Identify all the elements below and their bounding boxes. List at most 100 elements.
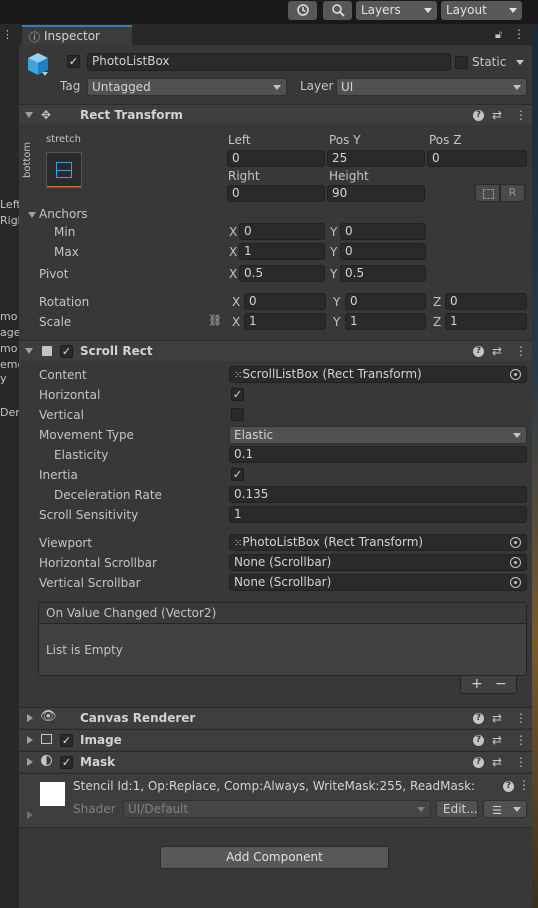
scale-y-field[interactable]: 1 bbox=[345, 313, 426, 330]
movement-type-dropdown[interactable]: Elastic bbox=[229, 426, 527, 444]
help-icon[interactable]: ? bbox=[473, 346, 484, 357]
object-picker-icon[interactable] bbox=[510, 577, 521, 588]
pivot-y-field[interactable]: 0.5 bbox=[340, 265, 426, 282]
more-options-icon[interactable]: ⋮ bbox=[518, 779, 530, 791]
tab-inspector[interactable]: ⓘ Inspector bbox=[22, 25, 132, 45]
scale-z-field[interactable]: 1 bbox=[445, 313, 527, 330]
shader-options-button[interactable]: ☰ bbox=[483, 800, 527, 818]
blueprint-icon bbox=[483, 189, 494, 199]
rotation-x-field[interactable]: 0 bbox=[244, 293, 326, 310]
horizontal-scrollbar-field[interactable]: None (Scrollbar) bbox=[229, 554, 527, 571]
scroll-rect-enabled-checkbox[interactable]: ✓ bbox=[60, 345, 73, 358]
rect-transform-header[interactable]: ✥ Rect Transform ? ⇄ ⋮ bbox=[19, 104, 532, 125]
rotation-z-field[interactable]: 0 bbox=[445, 293, 527, 310]
more-options-icon[interactable]: ⋮ bbox=[515, 109, 527, 121]
fold-right-icon[interactable] bbox=[27, 714, 33, 722]
pivot-x-field[interactable]: 0.5 bbox=[239, 265, 325, 282]
more-options-icon[interactable]: ⋮ bbox=[515, 712, 527, 724]
layer-dropdown[interactable]: UI bbox=[336, 78, 527, 96]
layers-label: Layers bbox=[361, 3, 401, 17]
anchors-fold-icon[interactable] bbox=[28, 212, 36, 218]
layers-dropdown[interactable]: Layers bbox=[356, 1, 437, 20]
fold-down-icon[interactable] bbox=[25, 348, 33, 354]
fold-down-icon[interactable] bbox=[25, 112, 33, 118]
help-icon[interactable]: ? bbox=[473, 713, 484, 724]
tag-dropdown[interactable]: Untagged bbox=[87, 78, 287, 96]
left-panel-menu-icon[interactable]: ⋮ bbox=[2, 28, 13, 41]
raw-edit-button[interactable]: R bbox=[500, 184, 525, 202]
shader-dropdown[interactable]: UI/Default bbox=[123, 800, 431, 818]
fold-right-icon[interactable] bbox=[27, 811, 33, 819]
active-checkbox[interactable]: ✓ bbox=[67, 55, 80, 68]
deceleration-rate-label: Deceleration Rate bbox=[54, 488, 162, 502]
presets-icon[interactable]: ⇄ bbox=[492, 345, 502, 357]
fold-right-icon[interactable] bbox=[27, 736, 33, 744]
elasticity-field[interactable]: 0.1 bbox=[229, 446, 527, 463]
movement-type-value: Elastic bbox=[234, 428, 274, 442]
inertia-checkbox[interactable]: ✓ bbox=[231, 468, 244, 481]
scale-x-field[interactable]: 1 bbox=[244, 313, 326, 330]
scale-y-axis: Y bbox=[333, 315, 341, 329]
scroll-rect-header[interactable]: ✓ Scroll Rect ? ⇄ ⋮ bbox=[19, 340, 532, 361]
add-component-button[interactable]: Add Component bbox=[160, 846, 389, 869]
presets-icon[interactable]: ⇄ bbox=[492, 756, 502, 768]
deceleration-rate-field[interactable]: 0.135 bbox=[229, 486, 527, 503]
help-icon[interactable]: ? bbox=[473, 110, 484, 121]
anchor-preset-button[interactable] bbox=[46, 152, 82, 188]
material-preview[interactable] bbox=[40, 782, 65, 806]
more-options-icon[interactable]: ⋮ bbox=[515, 345, 527, 357]
min-x-field[interactable]: 0 bbox=[239, 223, 325, 240]
image-header[interactable]: ✓ Image ? ⇄ ⋮ bbox=[19, 729, 532, 750]
object-picker-icon[interactable] bbox=[510, 537, 521, 548]
layout-dropdown[interactable]: Layout bbox=[441, 1, 522, 20]
search-button[interactable] bbox=[323, 1, 352, 20]
max-y-field[interactable]: 0 bbox=[340, 243, 426, 260]
elasticity-label: Elasticity bbox=[54, 448, 109, 462]
pivot-label: Pivot bbox=[39, 267, 69, 281]
help-icon[interactable]: ? bbox=[503, 781, 514, 792]
cube-dropdown-icon[interactable] bbox=[42, 72, 48, 76]
left-panel-text: age bbox=[0, 326, 21, 339]
object-picker-icon[interactable] bbox=[510, 557, 521, 568]
right-field[interactable]: 0 bbox=[227, 185, 325, 202]
posz-field[interactable]: 0 bbox=[427, 150, 527, 167]
object-name-field[interactable]: PhotoListBox bbox=[87, 53, 451, 71]
more-options-icon[interactable]: ⋮ bbox=[515, 756, 527, 768]
canvas-renderer-header[interactable]: 👁︎ Canvas Renderer ? ⇄ ⋮ bbox=[19, 707, 532, 728]
object-picker-icon[interactable] bbox=[510, 369, 521, 380]
scroll-sensitivity-field[interactable]: 1 bbox=[229, 506, 527, 523]
lock-icon[interactable]: 🔓︎ bbox=[495, 29, 502, 41]
remove-event-button[interactable]: − bbox=[495, 676, 507, 692]
presets-icon[interactable]: ⇄ bbox=[492, 712, 502, 724]
max-x-field[interactable]: 1 bbox=[239, 243, 325, 260]
add-event-button[interactable]: + bbox=[471, 676, 483, 692]
presets-icon[interactable]: ⇄ bbox=[492, 734, 502, 746]
rot-z-axis: Z bbox=[433, 295, 442, 309]
help-icon[interactable]: ? bbox=[473, 757, 484, 768]
vertical-scrollbar-field[interactable]: None (Scrollbar) bbox=[229, 574, 527, 591]
history-button[interactable] bbox=[288, 1, 317, 20]
more-options-icon[interactable]: ⋮ bbox=[513, 28, 525, 40]
content-field[interactable]: ⁙ScrollListBox (Rect Transform) bbox=[229, 366, 527, 383]
static-dropdown-icon[interactable] bbox=[516, 60, 524, 65]
blueprint-mode-button[interactable] bbox=[475, 184, 500, 202]
help-icon[interactable]: ? bbox=[473, 735, 484, 746]
more-options-icon[interactable]: ⋮ bbox=[515, 734, 527, 746]
link-constrain-icon[interactable]: ⛓︎ bbox=[208, 315, 222, 327]
edit-shader-button[interactable]: Edit... bbox=[436, 800, 478, 818]
static-checkbox[interactable] bbox=[455, 56, 468, 69]
viewport-field[interactable]: ⁙PhotoListBox (Rect Transform) bbox=[229, 534, 527, 551]
image-enabled-checkbox[interactable]: ✓ bbox=[60, 734, 73, 747]
mask-header[interactable]: ✓ Mask ? ⇄ ⋮ bbox=[19, 751, 532, 772]
min-y-field[interactable]: 0 bbox=[340, 223, 426, 240]
vertical-checkbox[interactable] bbox=[231, 408, 244, 421]
fold-right-icon[interactable] bbox=[27, 758, 33, 766]
left-field[interactable]: 0 bbox=[227, 150, 325, 167]
posy-field[interactable]: 25 bbox=[327, 150, 425, 167]
horizontal-checkbox[interactable]: ✓ bbox=[231, 388, 244, 401]
chevron-down-icon bbox=[417, 807, 425, 812]
height-field[interactable]: 90 bbox=[327, 185, 425, 202]
rotation-y-field[interactable]: 0 bbox=[345, 293, 426, 310]
mask-enabled-checkbox[interactable]: ✓ bbox=[60, 756, 73, 769]
presets-icon[interactable]: ⇄ bbox=[492, 109, 502, 121]
